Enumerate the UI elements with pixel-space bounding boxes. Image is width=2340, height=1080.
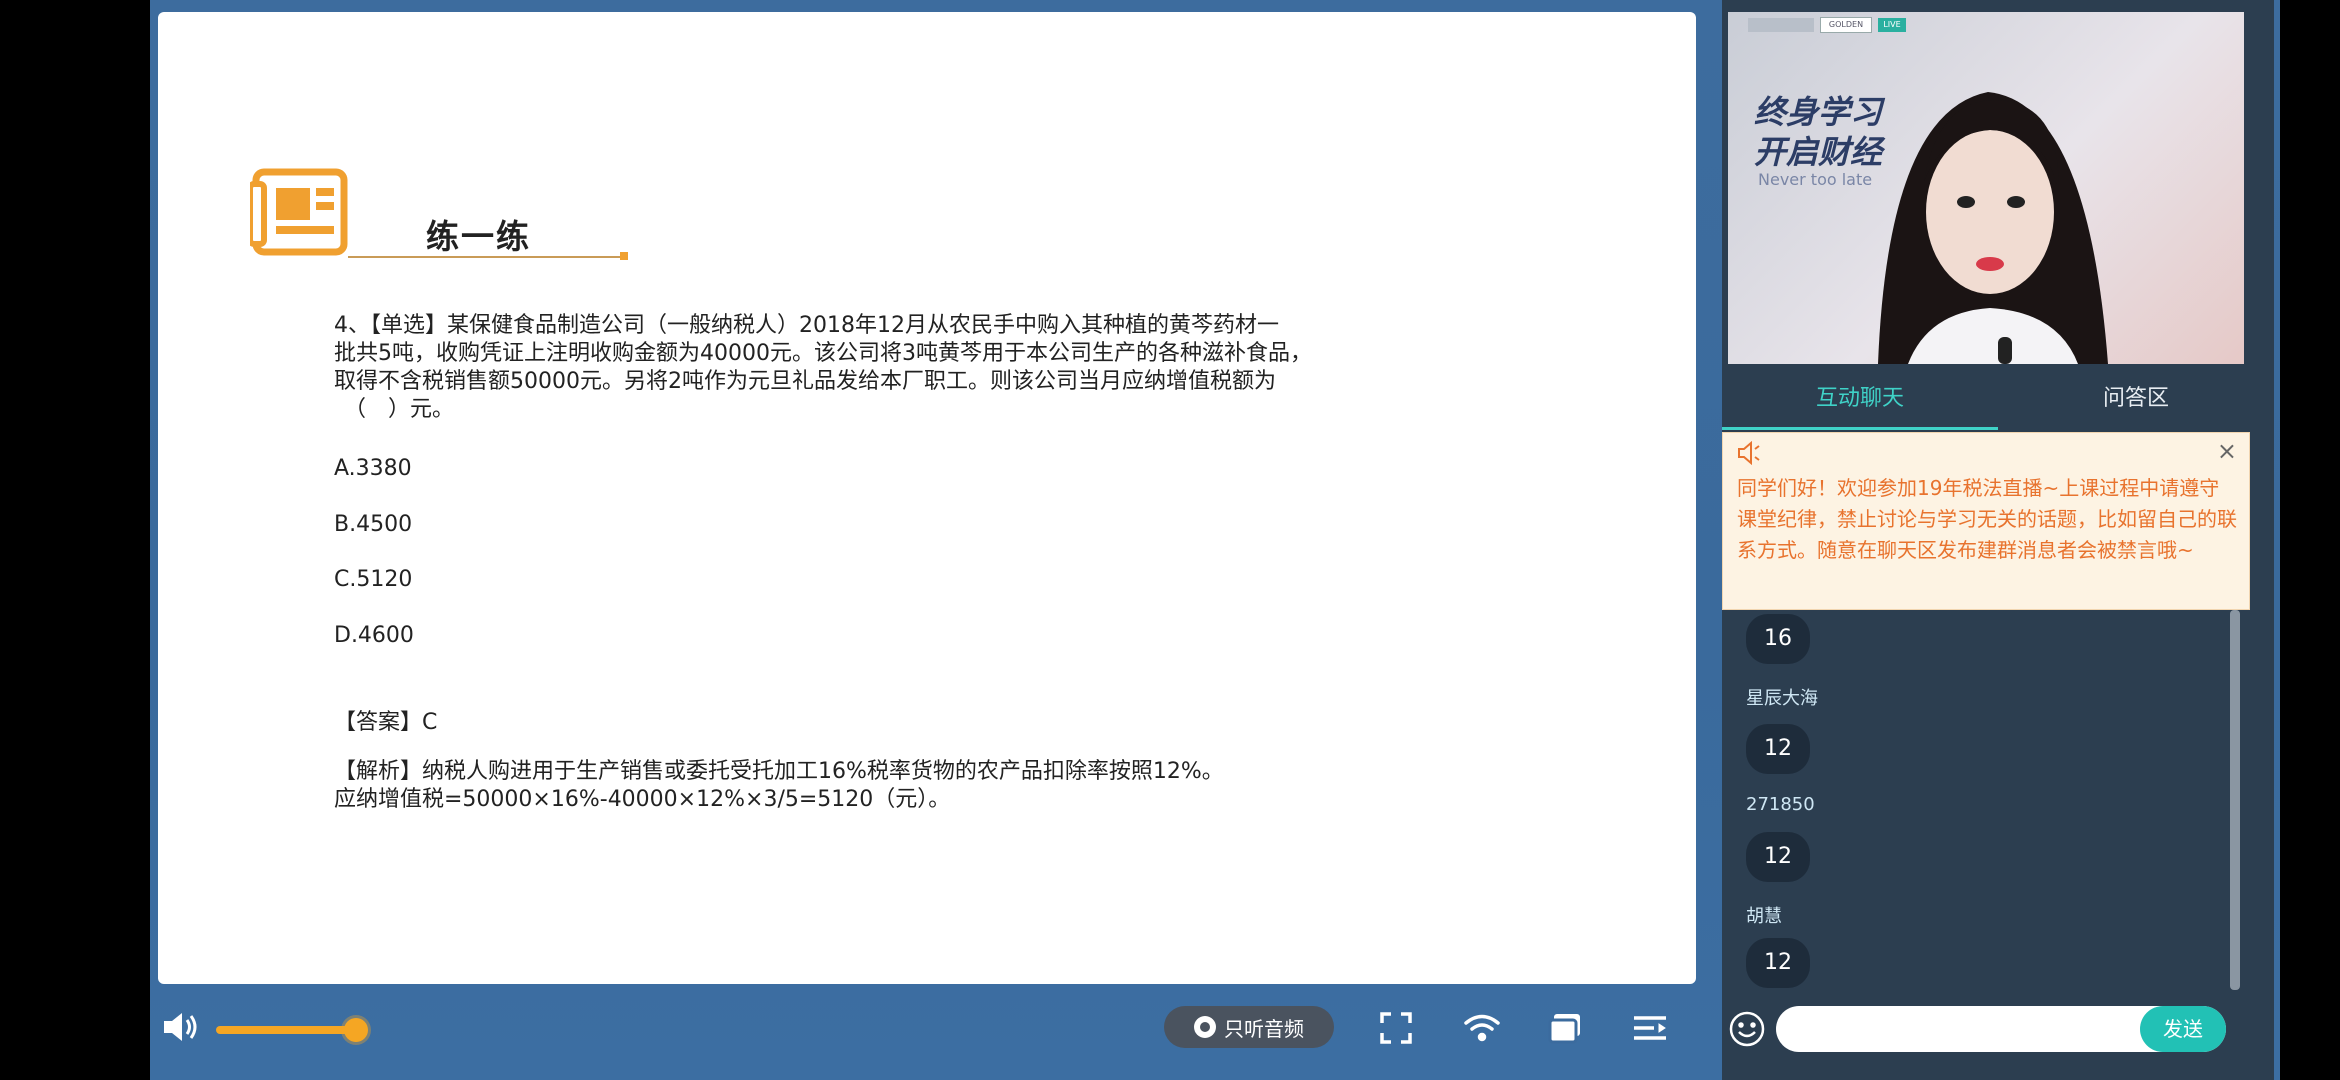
send-button[interactable]: 发送 xyxy=(2140,1006,2226,1052)
notice-message: 同学们好！欢迎参加19年税法直播~上课过程中请遵守课堂纪律，禁止讨论与学习无关的… xyxy=(1737,476,2237,562)
wifi-icon[interactable] xyxy=(1462,1008,1502,1048)
chat-username: 271850 xyxy=(1746,794,1815,815)
close-icon[interactable]: × xyxy=(2217,437,2237,465)
player-controls: 只听音频 xyxy=(150,988,1704,1068)
panel-tabs: 互动聊天 问答区 xyxy=(1722,368,2274,430)
chat-username: 星辰大海 xyxy=(1746,688,1818,709)
section-title: 练一练 xyxy=(426,217,531,256)
volume-slider-track[interactable] xyxy=(216,1026,356,1034)
right-panel: GOLDEN LIVE 终身学习 开启财经 Never too late 互动聊… xyxy=(1722,0,2274,1080)
question-line: （ ）元。 xyxy=(344,397,455,422)
title-underline xyxy=(348,256,624,258)
teacher-video[interactable]: GOLDEN LIVE 终身学习 开启财经 Never too late xyxy=(1728,12,2244,364)
option-a: A.3380 xyxy=(334,456,412,481)
chat-bubble: 12 xyxy=(1746,938,1810,988)
chat-username: 胡慧 xyxy=(1746,906,1782,927)
audio-only-button[interactable]: 只听音频 xyxy=(1164,1006,1334,1048)
classroom-app: 练一练 4、【单选】某保健食品制造公司（一般纳税人）2018年12月从农民手中购… xyxy=(150,0,2280,1080)
option-b: B.4500 xyxy=(334,512,413,537)
notice-banner: × 同学们好！欢迎参加19年税法直播~上课过程中请遵守课堂纪律，禁止讨论与学习无… xyxy=(1722,432,2250,610)
question-line: 批共5吨，收购凭证上注明收购金额为40000元。该公司将3吨黄芩用于本公司生产的… xyxy=(334,341,1312,366)
question-text: 4、【单选】某保健食品制造公司（一般纳税人）2018年12月从农民手中购入其种植… xyxy=(334,312,1494,424)
analysis-line: 应纳增值税=50000×16%-40000×12%×3/5=5120（元）。 xyxy=(334,787,951,812)
chat-input-row: 发送 xyxy=(1722,996,2274,1066)
practice-logo-icon xyxy=(247,164,350,260)
record-icon xyxy=(1194,1016,1216,1038)
teacher-figure xyxy=(1878,92,2108,364)
option-d: D.4600 xyxy=(334,623,414,648)
emoji-icon[interactable] xyxy=(1728,1010,1766,1048)
volume-slider-thumb[interactable] xyxy=(344,1018,368,1042)
answer-text: 【答案】C xyxy=(334,710,438,735)
chat-bubble: 16 xyxy=(1746,614,1810,664)
chat-scrollbar[interactable] xyxy=(2230,610,2240,990)
tab-qa[interactable]: 问答区 xyxy=(1998,368,2274,430)
fullscreen-icon[interactable] xyxy=(1376,1008,1416,1048)
chat-bubble: 12 xyxy=(1746,724,1810,774)
option-c: C.5120 xyxy=(334,567,413,592)
analysis-line: 【解析】纳税人购进用于生产销售或委托受托加工16%税率货物的农产品扣除率按照12… xyxy=(334,759,1224,784)
chat-list[interactable]: 16 星辰大海 12 271850 12 胡慧 12 xyxy=(1722,610,2248,990)
speaker-icon xyxy=(1737,440,1763,466)
title-dot xyxy=(620,252,628,260)
audio-only-label: 只听音频 xyxy=(1224,1016,1304,1041)
question-line: 4、【单选】某保健食品制造公司（一般纳税人）2018年12月从农民手中购入其种植… xyxy=(334,313,1279,338)
pip-icon[interactable] xyxy=(1546,1008,1586,1048)
question-line: 取得不含税销售额50000元。另将2吨作为元旦礼品发给本厂职工。则该公司当月应纳… xyxy=(334,369,1276,394)
chat-bubble: 12 xyxy=(1746,832,1810,882)
tab-interactive-chat[interactable]: 互动聊天 xyxy=(1722,368,1998,430)
playlist-icon[interactable] xyxy=(1630,1008,1670,1048)
volume-icon[interactable] xyxy=(162,1010,202,1044)
analysis-text: 【解析】纳税人购进用于生产销售或委托受托加工16%税率货物的农产品扣除率按照12… xyxy=(334,758,1224,814)
slide-area: 练一练 4、【单选】某保健食品制造公司（一般纳税人）2018年12月从农民手中购… xyxy=(158,12,1696,984)
